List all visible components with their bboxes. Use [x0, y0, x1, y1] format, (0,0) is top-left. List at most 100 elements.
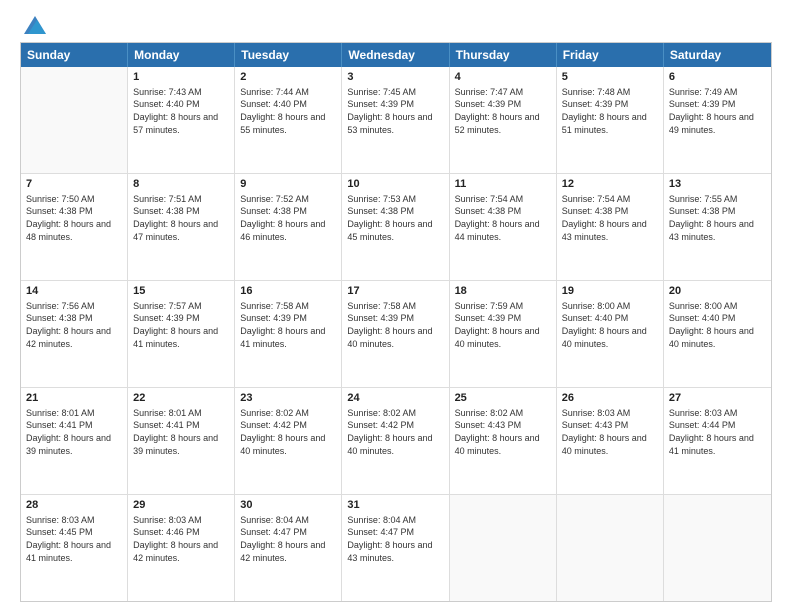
calendar-cell: 30Sunrise: 8:04 AMSunset: 4:47 PMDayligh… [235, 495, 342, 601]
calendar-row: 28Sunrise: 8:03 AMSunset: 4:45 PMDayligh… [21, 494, 771, 601]
cell-info: Sunrise: 7:59 AMSunset: 4:39 PMDaylight:… [455, 300, 551, 350]
cell-info: Sunrise: 8:02 AMSunset: 4:42 PMDaylight:… [347, 407, 443, 457]
calendar-cell: 9Sunrise: 7:52 AMSunset: 4:38 PMDaylight… [235, 174, 342, 280]
calendar-cell: 3Sunrise: 7:45 AMSunset: 4:39 PMDaylight… [342, 67, 449, 173]
calendar-cell [664, 495, 771, 601]
calendar-cell: 11Sunrise: 7:54 AMSunset: 4:38 PMDayligh… [450, 174, 557, 280]
cell-info: Sunrise: 7:51 AMSunset: 4:38 PMDaylight:… [133, 193, 229, 243]
calendar-cell: 16Sunrise: 7:58 AMSunset: 4:39 PMDayligh… [235, 281, 342, 387]
page: SundayMondayTuesdayWednesdayThursdayFrid… [0, 0, 792, 612]
cell-info: Sunrise: 7:58 AMSunset: 4:39 PMDaylight:… [347, 300, 443, 350]
weekday-header: Tuesday [235, 43, 342, 67]
day-number: 26 [562, 391, 658, 406]
weekday-header: Saturday [664, 43, 771, 67]
day-number: 2 [240, 70, 336, 85]
day-number: 15 [133, 284, 229, 299]
calendar-cell: 15Sunrise: 7:57 AMSunset: 4:39 PMDayligh… [128, 281, 235, 387]
calendar-cell: 1Sunrise: 7:43 AMSunset: 4:40 PMDaylight… [128, 67, 235, 173]
cell-info: Sunrise: 8:03 AMSunset: 4:43 PMDaylight:… [562, 407, 658, 457]
calendar-cell: 31Sunrise: 8:04 AMSunset: 4:47 PMDayligh… [342, 495, 449, 601]
day-number: 9 [240, 177, 336, 192]
day-number: 10 [347, 177, 443, 192]
calendar-cell: 7Sunrise: 7:50 AMSunset: 4:38 PMDaylight… [21, 174, 128, 280]
calendar-cell: 18Sunrise: 7:59 AMSunset: 4:39 PMDayligh… [450, 281, 557, 387]
day-number: 16 [240, 284, 336, 299]
cell-info: Sunrise: 8:03 AMSunset: 4:45 PMDaylight:… [26, 514, 122, 564]
cell-info: Sunrise: 8:00 AMSunset: 4:40 PMDaylight:… [562, 300, 658, 350]
calendar-cell [21, 67, 128, 173]
cell-info: Sunrise: 7:58 AMSunset: 4:39 PMDaylight:… [240, 300, 336, 350]
cell-info: Sunrise: 7:47 AMSunset: 4:39 PMDaylight:… [455, 86, 551, 136]
calendar-row: 14Sunrise: 7:56 AMSunset: 4:38 PMDayligh… [21, 280, 771, 387]
day-number: 17 [347, 284, 443, 299]
day-number: 4 [455, 70, 551, 85]
calendar-cell: 29Sunrise: 8:03 AMSunset: 4:46 PMDayligh… [128, 495, 235, 601]
cell-info: Sunrise: 7:56 AMSunset: 4:38 PMDaylight:… [26, 300, 122, 350]
calendar-cell: 26Sunrise: 8:03 AMSunset: 4:43 PMDayligh… [557, 388, 664, 494]
weekday-header: Sunday [21, 43, 128, 67]
cell-info: Sunrise: 8:01 AMSunset: 4:41 PMDaylight:… [133, 407, 229, 457]
day-number: 21 [26, 391, 122, 406]
calendar-cell [450, 495, 557, 601]
calendar-cell: 14Sunrise: 7:56 AMSunset: 4:38 PMDayligh… [21, 281, 128, 387]
calendar-cell: 19Sunrise: 8:00 AMSunset: 4:40 PMDayligh… [557, 281, 664, 387]
day-number: 1 [133, 70, 229, 85]
weekday-header: Friday [557, 43, 664, 67]
day-number: 22 [133, 391, 229, 406]
cell-info: Sunrise: 7:45 AMSunset: 4:39 PMDaylight:… [347, 86, 443, 136]
calendar-cell: 10Sunrise: 7:53 AMSunset: 4:38 PMDayligh… [342, 174, 449, 280]
cell-info: Sunrise: 7:49 AMSunset: 4:39 PMDaylight:… [669, 86, 766, 136]
calendar-cell: 25Sunrise: 8:02 AMSunset: 4:43 PMDayligh… [450, 388, 557, 494]
day-number: 29 [133, 498, 229, 513]
calendar-cell: 5Sunrise: 7:48 AMSunset: 4:39 PMDaylight… [557, 67, 664, 173]
calendar-row: 7Sunrise: 7:50 AMSunset: 4:38 PMDaylight… [21, 173, 771, 280]
calendar-cell: 8Sunrise: 7:51 AMSunset: 4:38 PMDaylight… [128, 174, 235, 280]
day-number: 30 [240, 498, 336, 513]
day-number: 28 [26, 498, 122, 513]
day-number: 11 [455, 177, 551, 192]
cell-info: Sunrise: 7:43 AMSunset: 4:40 PMDaylight:… [133, 86, 229, 136]
calendar-cell: 2Sunrise: 7:44 AMSunset: 4:40 PMDaylight… [235, 67, 342, 173]
cell-info: Sunrise: 8:02 AMSunset: 4:43 PMDaylight:… [455, 407, 551, 457]
weekday-header: Monday [128, 43, 235, 67]
calendar-cell: 23Sunrise: 8:02 AMSunset: 4:42 PMDayligh… [235, 388, 342, 494]
cell-info: Sunrise: 8:04 AMSunset: 4:47 PMDaylight:… [240, 514, 336, 564]
day-number: 14 [26, 284, 122, 299]
cell-info: Sunrise: 7:54 AMSunset: 4:38 PMDaylight:… [562, 193, 658, 243]
day-number: 5 [562, 70, 658, 85]
calendar-body: 1Sunrise: 7:43 AMSunset: 4:40 PMDaylight… [21, 67, 771, 601]
calendar-row: 1Sunrise: 7:43 AMSunset: 4:40 PMDaylight… [21, 67, 771, 173]
day-number: 20 [669, 284, 766, 299]
cell-info: Sunrise: 7:50 AMSunset: 4:38 PMDaylight:… [26, 193, 122, 243]
cell-info: Sunrise: 8:01 AMSunset: 4:41 PMDaylight:… [26, 407, 122, 457]
calendar-cell: 21Sunrise: 8:01 AMSunset: 4:41 PMDayligh… [21, 388, 128, 494]
cell-info: Sunrise: 7:44 AMSunset: 4:40 PMDaylight:… [240, 86, 336, 136]
calendar-cell: 20Sunrise: 8:00 AMSunset: 4:40 PMDayligh… [664, 281, 771, 387]
cell-info: Sunrise: 8:03 AMSunset: 4:44 PMDaylight:… [669, 407, 766, 457]
calendar-header: SundayMondayTuesdayWednesdayThursdayFrid… [21, 43, 771, 67]
calendar-cell: 12Sunrise: 7:54 AMSunset: 4:38 PMDayligh… [557, 174, 664, 280]
day-number: 19 [562, 284, 658, 299]
calendar-cell: 24Sunrise: 8:02 AMSunset: 4:42 PMDayligh… [342, 388, 449, 494]
day-number: 27 [669, 391, 766, 406]
calendar-cell: 27Sunrise: 8:03 AMSunset: 4:44 PMDayligh… [664, 388, 771, 494]
logo [20, 16, 46, 32]
calendar-row: 21Sunrise: 8:01 AMSunset: 4:41 PMDayligh… [21, 387, 771, 494]
cell-info: Sunrise: 7:52 AMSunset: 4:38 PMDaylight:… [240, 193, 336, 243]
calendar-cell [557, 495, 664, 601]
cell-info: Sunrise: 7:53 AMSunset: 4:38 PMDaylight:… [347, 193, 443, 243]
day-number: 25 [455, 391, 551, 406]
weekday-header: Wednesday [342, 43, 449, 67]
cell-info: Sunrise: 8:04 AMSunset: 4:47 PMDaylight:… [347, 514, 443, 564]
cell-info: Sunrise: 7:55 AMSunset: 4:38 PMDaylight:… [669, 193, 766, 243]
day-number: 24 [347, 391, 443, 406]
cell-info: Sunrise: 7:57 AMSunset: 4:39 PMDaylight:… [133, 300, 229, 350]
weekday-header: Thursday [450, 43, 557, 67]
day-number: 3 [347, 70, 443, 85]
cell-info: Sunrise: 8:00 AMSunset: 4:40 PMDaylight:… [669, 300, 766, 350]
cell-info: Sunrise: 8:02 AMSunset: 4:42 PMDaylight:… [240, 407, 336, 457]
calendar-cell: 4Sunrise: 7:47 AMSunset: 4:39 PMDaylight… [450, 67, 557, 173]
calendar: SundayMondayTuesdayWednesdayThursdayFrid… [20, 42, 772, 602]
logo-icon [24, 16, 46, 34]
day-number: 23 [240, 391, 336, 406]
